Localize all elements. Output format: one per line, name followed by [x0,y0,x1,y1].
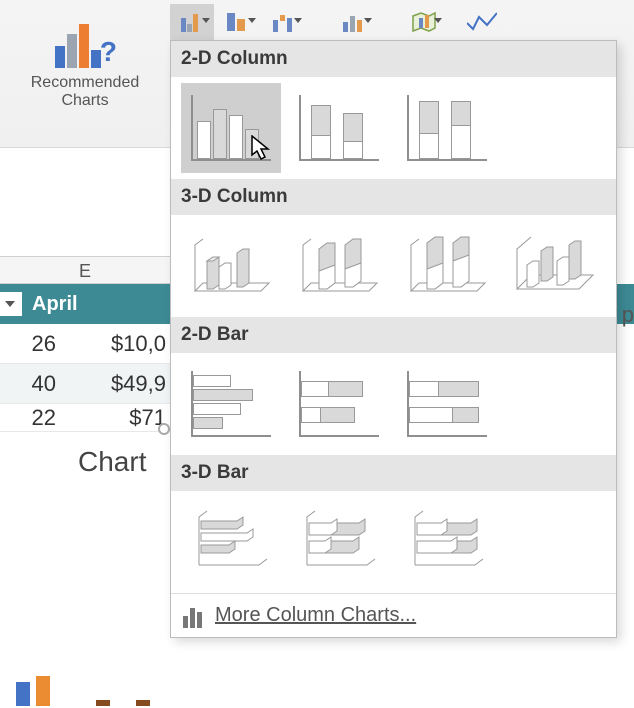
more-column-charts[interactable]: More Column Charts... [171,593,616,637]
insert-column-chart-button[interactable] [170,4,214,40]
section-header-3d-column: 3-D Column [171,179,616,215]
table-row[interactable]: 26$10,0 [0,324,170,364]
stacked-column-100-3d[interactable] [397,221,497,311]
section-header-2d-column: 2-D Column [171,41,616,77]
filter-dropdown-button[interactable] [0,292,22,316]
column-chart-gallery: 2-D Column [170,40,617,638]
stacked-bar-3d[interactable] [289,497,389,587]
table-row[interactable]: 40$49,9 [0,364,170,404]
recommended-charts-label2: Charts [10,92,160,110]
stacked-bar-100-2d[interactable] [397,359,497,449]
insert-combo-chart-button[interactable] [332,4,376,40]
embedded-chart-title[interactable]: Chart [78,446,146,478]
recommended-charts-icon: ? [55,14,115,68]
chart-type-buttons [170,4,506,40]
clustered-column-2d[interactable] [181,83,281,173]
section-header-3d-bar: 3-D Bar [171,455,616,491]
insert-bar-chart-button[interactable] [216,4,260,40]
column-3d[interactable] [505,221,605,311]
insert-3dmap-button[interactable] [402,4,446,40]
insert-sparkline-button[interactable] [460,4,504,40]
stacked-bar-100-3d[interactable] [397,497,497,587]
table-header-month: April [32,293,78,316]
column-header-e[interactable]: E [0,256,170,284]
recommended-charts-button[interactable]: ? Recommended Charts [10,4,160,144]
clustered-bar-3d[interactable] [181,497,281,587]
stacked-column-100-2d[interactable] [397,83,497,173]
clustered-column-3d[interactable] [181,221,281,311]
stacked-bar-2d[interactable] [289,359,389,449]
embedded-chart-bars [16,666,156,706]
stacked-column-2d[interactable] [289,83,389,173]
stacked-column-3d[interactable] [289,221,389,311]
more-column-charts-label: More Column Charts... [215,604,416,627]
column-chart-icon [181,604,209,628]
recommended-charts-label1: Recommended [10,74,160,92]
chart-resize-handle[interactable] [158,423,170,435]
table-rows: 26$10,0 40$49,9 22$71 [0,324,170,432]
table-row[interactable]: 22$71 [0,404,170,432]
ribbon-fragment: p [622,302,634,328]
section-header-2d-bar: 2-D Bar [171,317,616,353]
insert-waterfall-chart-button[interactable] [262,4,306,40]
clustered-bar-2d[interactable] [181,359,281,449]
